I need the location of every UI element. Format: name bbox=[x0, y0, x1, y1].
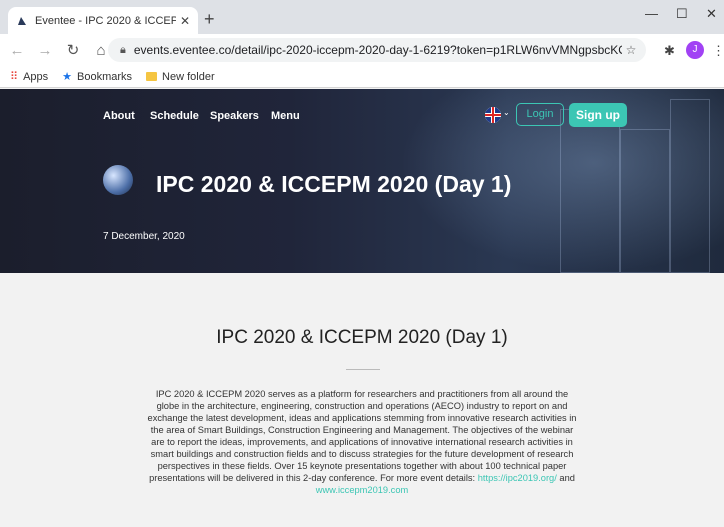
event-description: IPC 2020 & ICCEPM 2020 serves as a platf… bbox=[145, 388, 579, 496]
uk-flag-icon[interactable] bbox=[485, 107, 501, 123]
login-button[interactable]: Login bbox=[516, 103, 564, 126]
nav-schedule[interactable]: Schedule bbox=[150, 110, 199, 122]
profile-avatar[interactable]: J bbox=[686, 41, 704, 59]
link-joiner: and bbox=[556, 473, 575, 483]
bookmark-label: Bookmarks bbox=[77, 70, 133, 83]
url-text: events.eventee.co/detail/ipc-2020-iccepm… bbox=[133, 43, 622, 57]
apps-grid-icon: ⠿ bbox=[10, 71, 19, 83]
bookmark-label: New folder bbox=[162, 70, 215, 83]
browser-tabstrip: Eventee - IPC 2020 & ICCEPM 20 ✕ + — ☐ ✕ bbox=[0, 0, 724, 34]
bookmark-new-folder[interactable]: New folder bbox=[146, 71, 215, 83]
title-divider bbox=[346, 369, 380, 370]
bookmark-star-icon[interactable]: ☆ bbox=[622, 43, 640, 57]
back-icon[interactable]: ← bbox=[6, 42, 28, 59]
bookmark-apps[interactable]: ⠿ Apps bbox=[10, 70, 49, 84]
reload-icon[interactable]: ↻ bbox=[62, 41, 84, 59]
browser-toolbar: ← → ↻ ⌂ 🔒︎ events.eventee.co/detail/ipc-… bbox=[0, 34, 724, 66]
event-logo bbox=[103, 165, 133, 195]
nav-speakers[interactable]: Speakers bbox=[210, 110, 259, 122]
star-icon: ★ bbox=[62, 71, 73, 83]
extensions-icon[interactable]: ✱ bbox=[664, 43, 675, 59]
event-date: 7 December, 2020 bbox=[103, 231, 185, 242]
building-wireframe bbox=[560, 109, 620, 273]
window-close-icon[interactable]: ✕ bbox=[706, 6, 717, 22]
eventee-favicon-icon bbox=[18, 16, 26, 25]
menu-kebab-icon[interactable]: ⋮ bbox=[712, 43, 724, 59]
tab-close-icon[interactable]: ✕ bbox=[180, 14, 190, 28]
ipc-link[interactable]: https://ipc2019.org/ bbox=[478, 473, 557, 483]
chevron-down-icon[interactable]: ⌄ bbox=[503, 108, 510, 117]
event-title: IPC 2020 & ICCEPM 2020 (Day 1) bbox=[156, 171, 512, 197]
bookmark-bookmarks[interactable]: ★ Bookmarks bbox=[62, 70, 133, 84]
bookmarks-bar: ⠿ Apps ★ Bookmarks New folder bbox=[0, 66, 724, 88]
forward-icon[interactable]: → bbox=[34, 42, 56, 59]
bookmark-label: Apps bbox=[23, 70, 49, 83]
nav-about[interactable]: About bbox=[103, 110, 135, 122]
event-hero-banner: About Schedule Speakers Menu ⌄ Login Sig… bbox=[0, 89, 724, 273]
maximize-icon[interactable]: ☐ bbox=[676, 6, 688, 22]
address-bar[interactable]: 🔒︎ events.eventee.co/detail/ipc-2020-icc… bbox=[108, 38, 646, 62]
iccepm-link[interactable]: www.iccepm2019.com bbox=[316, 485, 409, 495]
description-text: IPC 2020 & ICCEPM 2020 serves as a platf… bbox=[147, 389, 577, 483]
new-tab-icon[interactable]: + bbox=[204, 9, 215, 30]
tab-title: Eventee - IPC 2020 & ICCEPM 20 bbox=[35, 14, 176, 27]
minimize-icon[interactable]: — bbox=[645, 6, 658, 21]
folder-icon bbox=[146, 72, 158, 81]
browser-tab[interactable]: Eventee - IPC 2020 & ICCEPM 20 ✕ bbox=[8, 7, 198, 34]
event-detail-content: IPC 2020 & ICCEPM 2020 (Day 1) IPC 2020 … bbox=[0, 273, 724, 527]
page-title: IPC 2020 & ICCEPM 2020 (Day 1) bbox=[216, 327, 508, 348]
building-wireframe bbox=[670, 99, 710, 273]
lock-icon: 🔒︎ bbox=[120, 43, 126, 56]
building-wireframe bbox=[620, 129, 670, 273]
signup-button[interactable]: Sign up bbox=[569, 103, 627, 127]
nav-menu[interactable]: Menu bbox=[271, 110, 300, 122]
